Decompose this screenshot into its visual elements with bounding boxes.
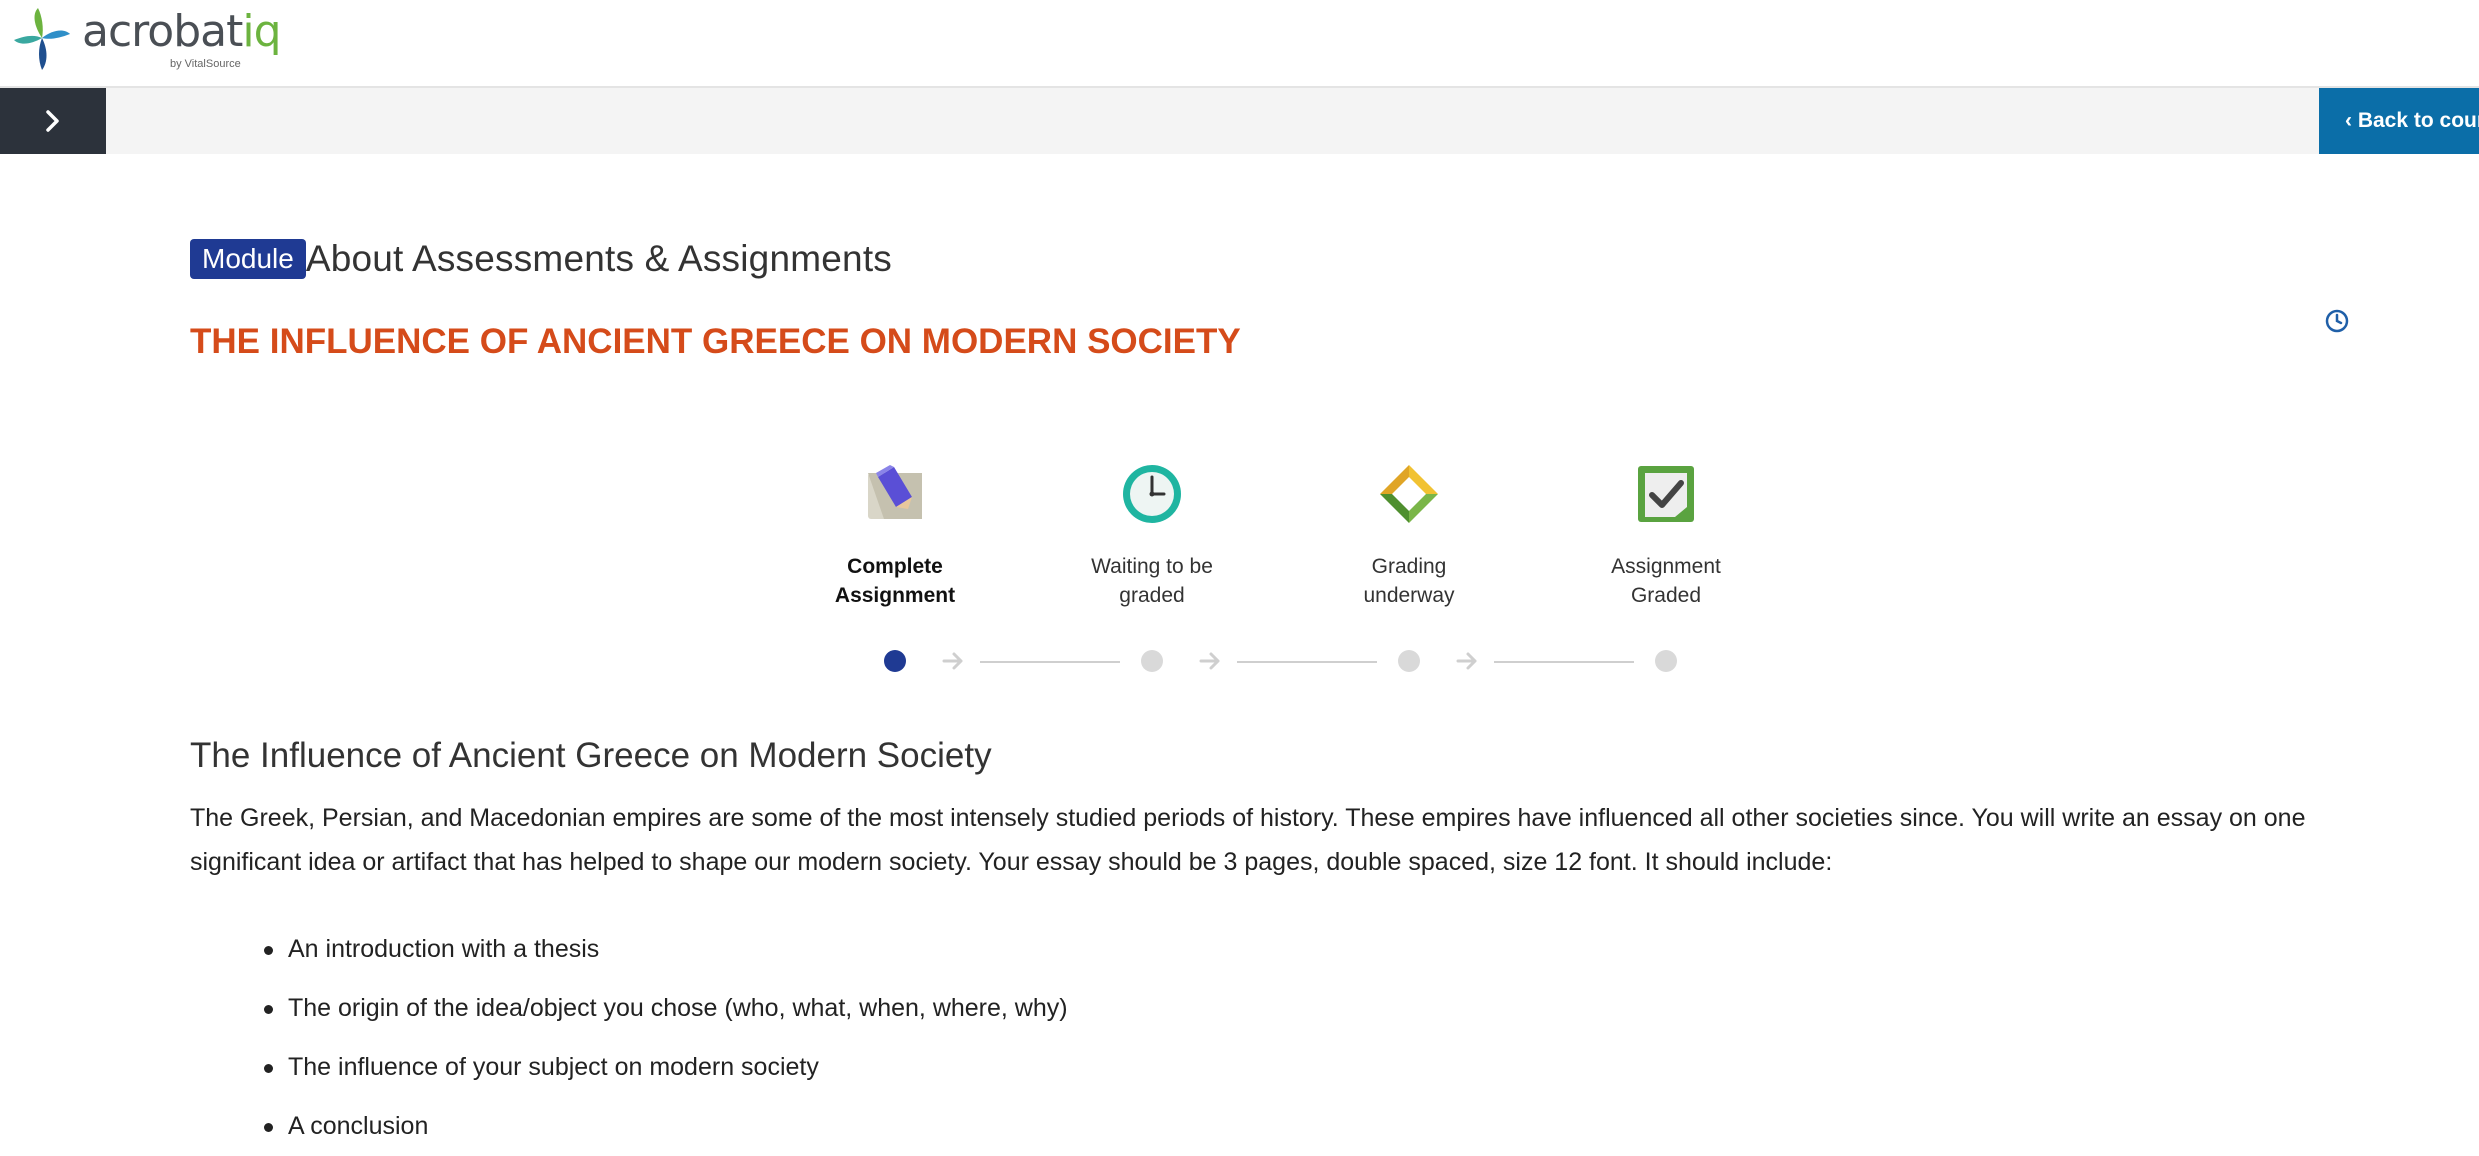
step-connector-line	[1494, 661, 1634, 663]
pencil-icon	[868, 465, 922, 519]
step-connector-line	[980, 661, 1120, 663]
requirements-list: An introduction with a thesis The origin…	[264, 920, 1068, 1156]
content-paragraph: The Greek, Persian, and Macedonian empir…	[190, 804, 2306, 876]
toolbar: ‹ Back to course	[0, 88, 2479, 154]
step-dot-4	[1655, 650, 1677, 672]
module-badge: Module	[190, 239, 306, 279]
logo-wordmark: acrobatiq	[82, 6, 282, 57]
logo-subtitle: by VitalSource	[170, 58, 241, 70]
list-item: The influence of your subject on modern …	[264, 1038, 1068, 1097]
list-item: The origin of the idea/object you chose …	[264, 979, 1068, 1038]
step-label-grading-underway: Grading underway	[1363, 555, 1455, 607]
step-label-complete-assignment: Complete Assignment	[834, 555, 956, 607]
acrobatiq-logo[interactable]: acrobatiq by VitalSource	[12, 4, 282, 76]
step-dot-2	[1141, 650, 1163, 672]
step-dot-1	[884, 650, 906, 672]
arrow-right-icon	[1199, 652, 1220, 670]
step-label-assignment-graded: Assignment Graded	[1611, 555, 1721, 607]
step-label-waiting-to-be-graded: Waiting to be graded	[1091, 555, 1213, 607]
list-item: A conclusion	[264, 1097, 1068, 1156]
back-to-course-button[interactable]: ‹ Back to course	[2319, 88, 2479, 154]
app-header: acrobatiq by VitalSource	[0, 0, 2479, 88]
history-clock-icon[interactable]	[2324, 308, 2350, 334]
checkmark-icon	[1638, 466, 1694, 522]
arrow-right-icon	[1456, 652, 1477, 670]
step-connector-line	[1237, 661, 1377, 663]
clock-icon	[1123, 465, 1181, 523]
module-title-row: Module About Assessments & Assignments	[190, 238, 892, 280]
sidebar-toggle-button[interactable]	[0, 88, 106, 154]
chevron-right-icon	[46, 110, 59, 132]
arrow-right-icon	[942, 652, 963, 670]
content-heading: The Influence of Ancient Greece on Moder…	[190, 736, 992, 775]
module-title: About Assessments & Assignments	[305, 238, 892, 279]
step-dot-3	[1398, 650, 1420, 672]
logo-mark-icon	[14, 8, 70, 70]
list-item: An introduction with a thesis	[264, 920, 1068, 979]
assignment-title: THE INFLUENCE OF ANCIENT GREECE ON MODER…	[190, 322, 1241, 361]
refresh-arrows-icon	[1380, 465, 1438, 523]
